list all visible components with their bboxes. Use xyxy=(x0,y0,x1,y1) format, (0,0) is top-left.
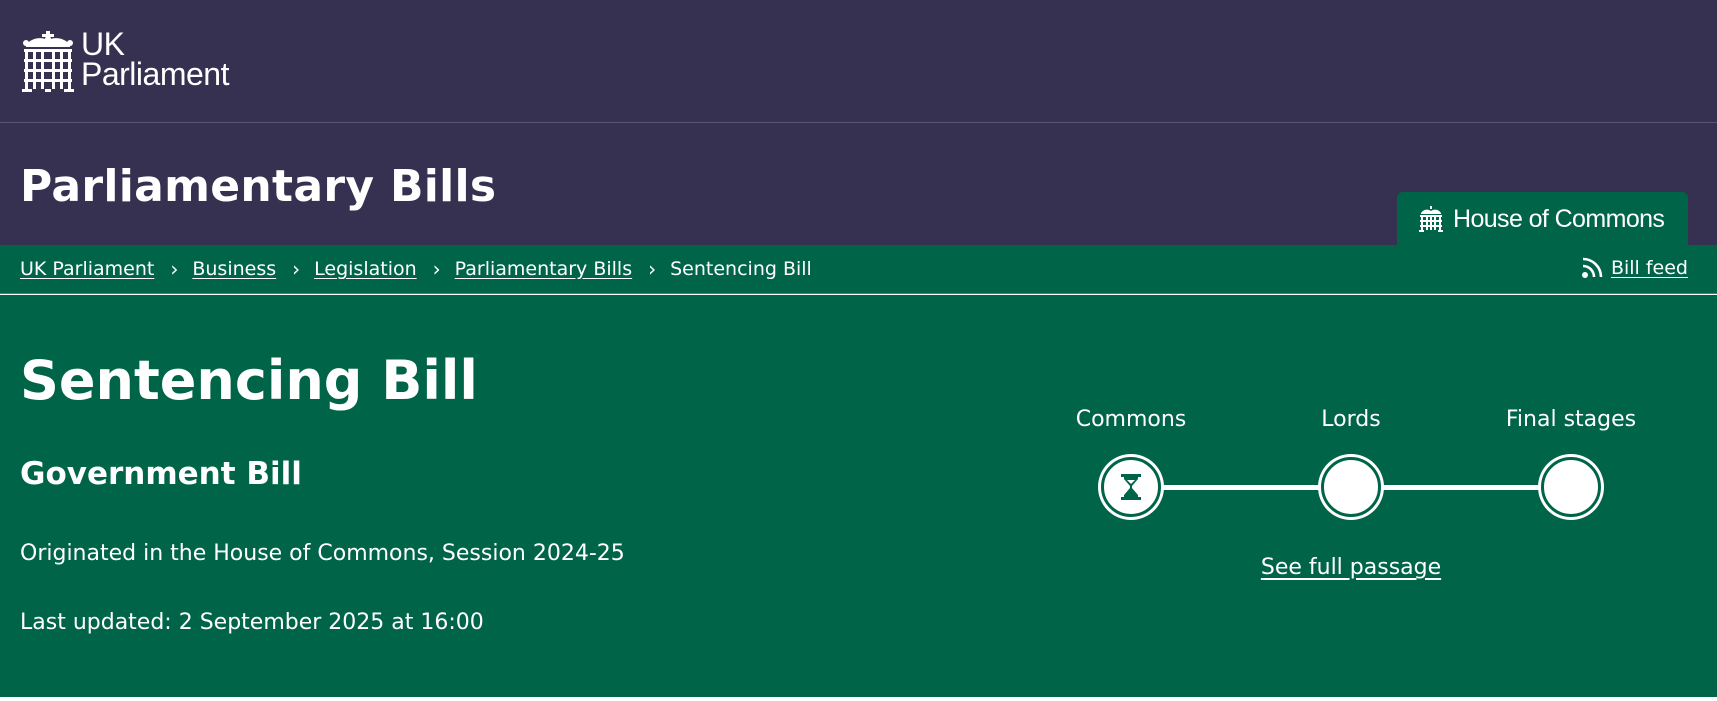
stage-connector xyxy=(1131,485,1351,490)
house-tab-label: House of Commons xyxy=(1453,204,1665,233)
chevron-right-icon: › xyxy=(648,257,657,281)
rss-icon xyxy=(1581,257,1603,278)
see-full-passage-link[interactable]: See full passage xyxy=(1261,555,1441,580)
house-of-commons-tab[interactable]: House of Commons xyxy=(1397,192,1688,246)
section-title: Parliamentary Bills xyxy=(20,161,497,212)
stage-connector xyxy=(1351,485,1571,490)
bill-feed-link[interactable]: Bill feed xyxy=(1611,257,1688,279)
breadcrumb-legislation[interactable]: Legislation xyxy=(314,258,417,280)
uk-parliament-logo[interactable]: UK Parliament xyxy=(22,26,229,93)
bill-summary-panel: Sentencing Bill Government Bill Originat… xyxy=(0,295,1717,701)
portcullis-icon xyxy=(1419,206,1443,232)
logo-line-1: UK xyxy=(81,26,125,62)
stage-marker-final xyxy=(1541,457,1601,517)
chevron-right-icon: › xyxy=(432,257,441,281)
stage-marker-lords xyxy=(1321,457,1381,517)
breadcrumb-bar: UK Parliament › Business › Legislation ›… xyxy=(0,245,1717,294)
breadcrumb-parliamentary-bills[interactable]: Parliamentary Bills xyxy=(455,258,632,280)
site-header: UK Parliament xyxy=(0,0,1717,123)
breadcrumb-current: Sentencing Bill xyxy=(670,258,812,280)
stage-label-lords: Lords xyxy=(1321,407,1381,432)
bill-title: Sentencing Bill xyxy=(20,349,478,412)
chevron-right-icon: › xyxy=(292,257,301,281)
bill-feed[interactable]: Bill feed xyxy=(1581,257,1688,279)
stage-label-final: Final stages xyxy=(1505,407,1637,432)
last-updated: Last updated: 2 September 2025 at 16:00 xyxy=(20,610,484,635)
logo-text: UK Parliament xyxy=(81,26,229,92)
stage-label-commons: Commons xyxy=(1075,407,1187,432)
bill-origin: Originated in the House of Commons, Sess… xyxy=(20,541,625,566)
chevron-right-icon: › xyxy=(170,257,179,281)
breadcrumb-business[interactable]: Business xyxy=(192,258,276,280)
bill-type: Government Bill xyxy=(20,456,302,492)
stage-marker-commons xyxy=(1101,457,1161,517)
breadcrumb: UK Parliament › Business › Legislation ›… xyxy=(20,257,812,281)
portcullis-icon xyxy=(22,31,74,92)
hourglass-icon xyxy=(1121,474,1141,500)
logo-line-2: Parliament xyxy=(81,56,229,92)
breadcrumb-uk-parliament[interactable]: UK Parliament xyxy=(20,258,154,280)
section-title-bar: Parliamentary Bills House of Commons xyxy=(0,123,1717,246)
